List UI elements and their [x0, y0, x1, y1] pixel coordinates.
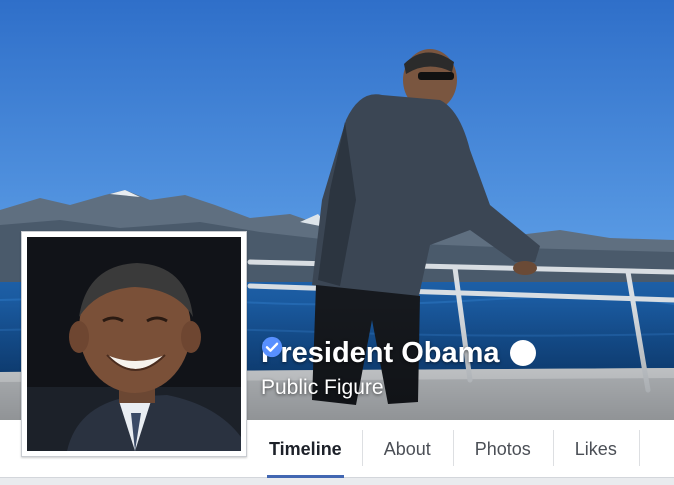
tab-more[interactable]	[638, 420, 674, 478]
tab-likes[interactable]: Likes	[552, 420, 639, 478]
tab-label: Likes	[574, 438, 617, 459]
verified-checkmark-icon	[261, 336, 536, 366]
page-name[interactable]: President Obama	[261, 336, 536, 370]
tab-timeline[interactable]: Timeline	[249, 420, 362, 478]
profile-picture[interactable]	[21, 231, 247, 457]
page-name-text[interactable]: President Obama	[261, 336, 500, 370]
page-tabs: Timeline About Photos Likes	[249, 420, 674, 478]
page-category[interactable]: Public Figure	[261, 375, 384, 401]
tab-photos[interactable]: Photos	[452, 420, 553, 478]
tab-about[interactable]: About	[361, 420, 453, 478]
tab-label: About	[383, 438, 431, 459]
tab-label: Timeline	[269, 438, 342, 459]
profile-picture-image	[27, 237, 241, 451]
tab-label: Photos	[474, 438, 531, 459]
